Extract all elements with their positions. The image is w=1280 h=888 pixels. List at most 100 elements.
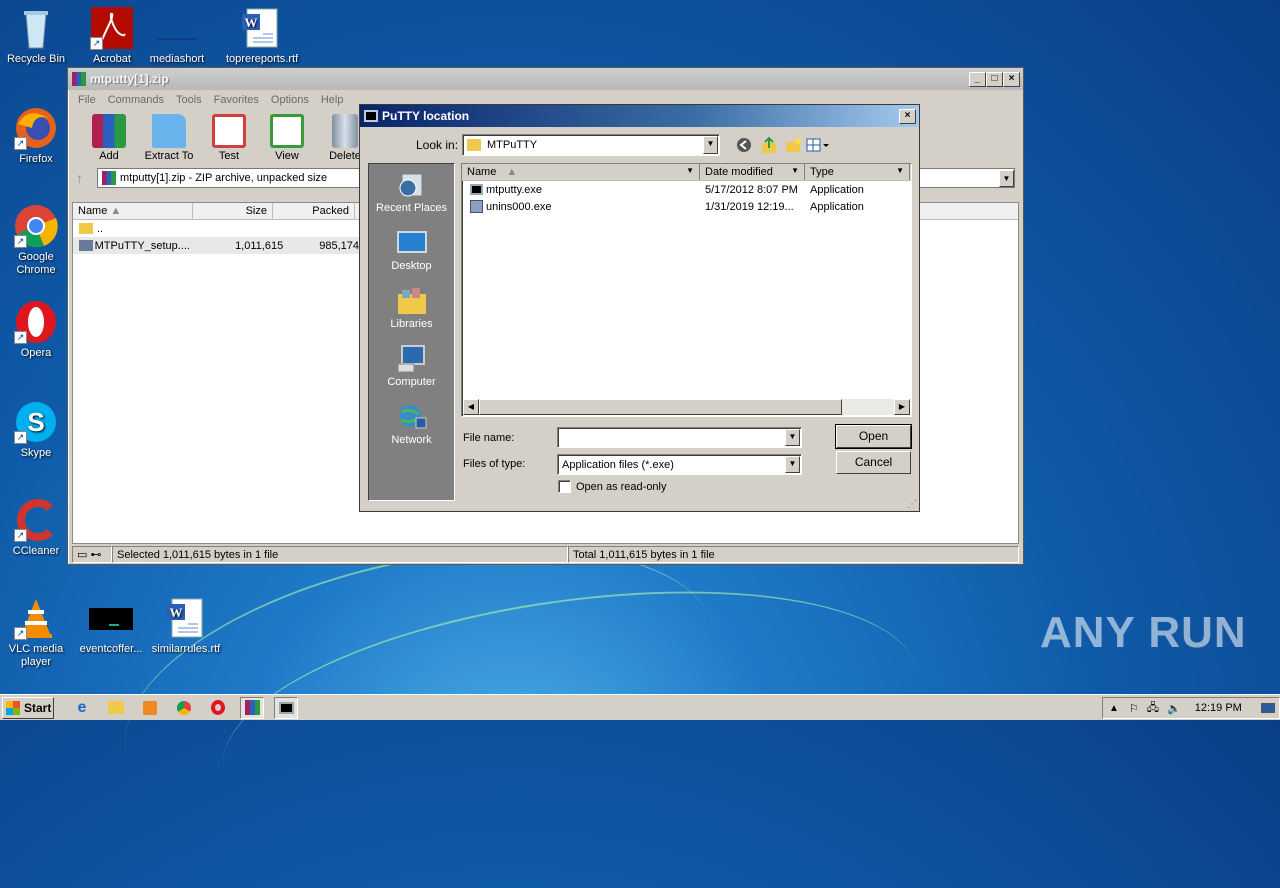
place-desktop[interactable]: Desktop <box>369 228 454 280</box>
desktop-icon-opera[interactable]: ↗ Opera <box>1 300 71 360</box>
open-button[interactable]: Open <box>835 424 912 449</box>
chrome-icon: ↗ <box>14 204 58 248</box>
back-icon[interactable] <box>736 137 752 156</box>
desktop-icon-mediashort[interactable]: mediashort <box>142 6 212 66</box>
view-menu-icon[interactable] <box>806 137 830 156</box>
black-window-icon <box>89 596 133 640</box>
file-list[interactable]: Name ▲ ▼ Date modified ▼ Type ▼ mtputty.exe … <box>461 163 912 417</box>
svg-text:S: S <box>27 407 44 437</box>
close-button[interactable]: × <box>1003 71 1020 87</box>
taskbar-opera-icon[interactable] <box>206 697 230 719</box>
desktop-icon-skype[interactable]: S ↗ Skype <box>1 400 71 460</box>
menu-file[interactable]: File <box>72 94 102 106</box>
toolbar-test-button[interactable]: Test <box>200 110 258 166</box>
chevron-down-icon[interactable]: ▼ <box>999 169 1014 187</box>
minimize-button[interactable]: _ <box>969 71 986 87</box>
scroll-right-button[interactable]: ▶ <box>894 399 910 415</box>
place-network[interactable]: Network <box>369 402 454 454</box>
chevron-down-icon[interactable]: ▼ <box>785 429 800 446</box>
desktop-icon-chrome[interactable]: ↗ Google Chrome <box>1 204 71 277</box>
taskbar-media-player-icon[interactable] <box>138 697 162 719</box>
dialog-close-button[interactable]: × <box>899 108 916 124</box>
toolbar-view-button[interactable]: View <box>258 110 316 166</box>
scroll-left-button[interactable]: ◀ <box>463 399 479 415</box>
file-row[interactable]: unins000.exe 1/31/2019 12:19... Applicat… <box>462 198 911 215</box>
menu-options[interactable]: Options <box>265 94 315 106</box>
installer-file-icon <box>79 240 93 251</box>
winrar-titlebar[interactable]: mtputty[1].zip _ □ × <box>68 68 1023 90</box>
place-libraries[interactable]: Libraries <box>369 286 454 338</box>
clock[interactable]: 12:19 PM <box>1195 702 1242 714</box>
ccleaner-icon: ↗ <box>14 498 58 542</box>
place-recent-places[interactable]: Recent Places <box>369 170 454 222</box>
file-row[interactable]: mtputty.exe 5/17/2012 8:07 PM Applicatio… <box>462 181 911 198</box>
desktop-icon-recycle-bin[interactable]: Recycle Bin <box>1 6 71 66</box>
files-of-type-select[interactable]: Application files (*.exe) ▼ <box>557 454 802 475</box>
taskbar-putty-icon[interactable] <box>274 696 298 719</box>
read-only-checkbox[interactable] <box>558 480 571 493</box>
start-button[interactable]: Start <box>2 696 54 719</box>
column-packed[interactable]: Packed <box>273 203 355 219</box>
desktop-icon-label: VLC media player <box>8 643 64 668</box>
file-name-input[interactable]: ▼ <box>557 427 802 448</box>
toolbar-add-button[interactable]: Add <box>80 110 138 166</box>
up-arrow-icon[interactable]: ↑ <box>76 170 83 186</box>
volume-icon[interactable]: 🔈 <box>1167 702 1181 715</box>
horizontal-scrollbar[interactable]: ◀ ▶ <box>463 399 910 415</box>
column-type[interactable]: Type ▼ <box>805 164 910 180</box>
putty-exe-icon <box>470 184 483 195</box>
folder-up-icon <box>79 223 93 234</box>
winrar-app-icon <box>72 72 86 86</box>
menu-tools[interactable]: Tools <box>170 94 208 106</box>
desktop-icon-label: similarrules.rtf <box>151 643 221 655</box>
menu-favorites[interactable]: Favorites <box>208 94 265 106</box>
show-hidden-icons-icon[interactable]: ▲ <box>1109 703 1119 714</box>
places-bar: Recent Places Desktop Libraries Computer… <box>368 163 455 501</box>
desktop-icon-label: CCleaner <box>12 545 60 557</box>
list-item[interactable]: MTPuTTY_setup.... 1,011,615 985,174 <box>73 237 359 254</box>
scroll-thumb[interactable] <box>479 399 842 415</box>
toolbar-extract-button[interactable]: Extract To <box>138 110 200 166</box>
winrar-archive-icon <box>102 171 116 185</box>
drive-icon[interactable]: ▭ ⊷ <box>72 546 112 563</box>
place-computer[interactable]: Computer <box>369 344 454 396</box>
desktop-icon-toprereports[interactable]: W toprereports.rtf <box>226 6 298 66</box>
status-total: Total 1,011,615 bytes in 1 file <box>568 546 1019 563</box>
maximize-button[interactable]: □ <box>986 71 1003 87</box>
taskbar-ie-icon[interactable]: e <box>70 697 94 719</box>
taskbar-winrar-icon[interactable] <box>240 696 264 719</box>
network-tray-icon[interactable]: 🖧 <box>1147 699 1159 718</box>
look-in-combo[interactable]: MTPuTTY ▼ <box>462 134 720 156</box>
toolbar-label: Add <box>99 150 119 162</box>
desktop-icon-similarrules[interactable]: W similarrules.rtf <box>151 596 221 656</box>
column-name[interactable]: Name ▲ <box>73 203 193 219</box>
column-date-modified[interactable]: Date modified ▼ <box>700 164 805 180</box>
new-folder-icon[interactable] <box>784 136 802 157</box>
taskbar: Start e ▲ ⚐ 🖧 🔈 12:19 PM <box>0 694 1280 720</box>
flag-icon[interactable]: ⚐ <box>1129 702 1139 715</box>
show-desktop-icon[interactable] <box>1261 703 1275 713</box>
file-name-label: File name: <box>463 432 515 444</box>
resize-grip-icon[interactable]: ⋰ <box>907 499 917 510</box>
add-archive-icon <box>92 114 126 148</box>
svg-text:W: W <box>170 605 183 620</box>
chevron-down-icon[interactable]: ▼ <box>785 456 800 473</box>
desktop-icon-vlc[interactable]: ↗ VLC media player <box>1 596 71 669</box>
desktop-icon-firefox[interactable]: ↗ Firefox <box>1 106 71 166</box>
taskbar-explorer-icon[interactable] <box>104 697 128 719</box>
chevron-down-icon[interactable]: ▼ <box>703 136 718 154</box>
column-name[interactable]: Name ▲ ▼ <box>462 164 700 180</box>
anyrun-watermark: ANY RUN <box>1040 608 1247 657</box>
menu-help[interactable]: Help <box>315 94 350 106</box>
dialog-titlebar[interactable]: PuTTY location × <box>360 105 919 127</box>
menu-commands[interactable]: Commands <box>102 94 170 106</box>
desktop-icon-label: Firefox <box>19 153 53 165</box>
cancel-button[interactable]: Cancel <box>836 451 911 474</box>
desktop-icon-ccleaner[interactable]: ↗ CCleaner <box>1 498 71 558</box>
desktop-icon-acrobat[interactable]: ↗ Acrobat <box>77 6 147 66</box>
taskbar-chrome-icon[interactable] <box>172 697 196 719</box>
desktop-icon-eventcoffer[interactable]: eventcoffer... <box>76 596 146 656</box>
up-folder-icon[interactable] <box>760 136 778 157</box>
computer-icon <box>396 344 428 374</box>
column-size[interactable]: Size <box>193 203 273 219</box>
